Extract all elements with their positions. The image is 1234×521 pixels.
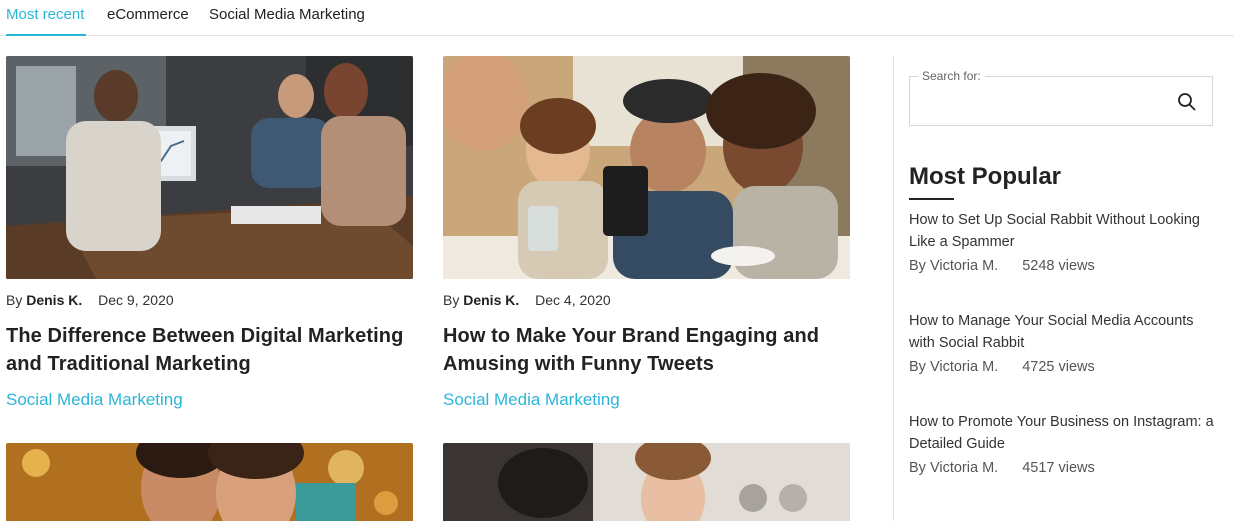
popular-post-item: How to Set Up Social Rabbit Without Look…	[909, 209, 1219, 274]
popular-post-views: 4725 views	[1022, 359, 1095, 375]
tab-ecommerce[interactable]: eCommerce	[107, 6, 189, 23]
search-label: Search for:	[918, 69, 985, 83]
post-title[interactable]: The Difference Between Digital Marketing…	[6, 322, 413, 378]
sidebar-divider	[893, 56, 894, 521]
active-tab-indicator	[6, 34, 86, 36]
search-icon[interactable]	[1176, 91, 1198, 113]
popular-post-item: How to Promote Your Business on Instagra…	[909, 411, 1219, 476]
post-category-link[interactable]: Social Media Marketing	[443, 390, 850, 410]
most-popular-heading: Most Popular	[909, 163, 1062, 190]
post-author[interactable]: Denis K.	[26, 292, 82, 308]
popular-post-meta: By Victoria M. 4517 views	[909, 460, 1219, 476]
popular-post-author: By Victoria M.	[909, 258, 999, 274]
popular-post-author: By Victoria M.	[909, 460, 999, 476]
popular-post-views: 4517 views	[1022, 460, 1095, 476]
tab-most-recent[interactable]: Most recent	[6, 6, 84, 23]
post-author[interactable]: Denis K.	[463, 292, 519, 308]
popular-post-title[interactable]: How to Set Up Social Rabbit Without Look…	[909, 209, 1219, 253]
by-prefix: By	[6, 292, 23, 308]
category-tabs: Most recent eCommerce Social Media Marke…	[0, 0, 1234, 36]
post-title[interactable]: How to Make Your Brand Engaging and Amus…	[443, 322, 850, 378]
post-date: Dec 9, 2020	[98, 292, 174, 308]
popular-post-title[interactable]: How to Promote Your Business on Instagra…	[909, 411, 1219, 455]
woman-vlogging-photo	[443, 443, 850, 521]
popular-post-title[interactable]: How to Manage Your Social Media Accounts…	[909, 310, 1219, 354]
tab-social-media-marketing[interactable]: Social Media Marketing	[209, 6, 365, 23]
popular-post-author: By Victoria M.	[909, 359, 999, 375]
post-thumbnail[interactable]	[443, 443, 850, 521]
popular-post-meta: By Victoria M. 5248 views	[909, 258, 1219, 274]
post-meta: By Denis K. Dec 9, 2020	[6, 292, 413, 310]
popular-post-item: How to Manage Your Social Media Accounts…	[909, 310, 1219, 375]
by-prefix: By	[443, 292, 460, 308]
heading-underline	[909, 198, 954, 200]
popular-post-views: 5248 views	[1022, 258, 1095, 274]
post-thumbnail[interactable]	[6, 56, 413, 279]
post-card: By Denis K. Dec 4, 2020 How to Make Your…	[443, 56, 850, 410]
friends-phone-photo	[443, 56, 850, 279]
search-input[interactable]	[920, 91, 1170, 113]
popular-post-meta: By Victoria M. 4725 views	[909, 359, 1219, 375]
team-meeting-photo	[6, 56, 413, 279]
post-card: By Denis K. Dec 9, 2020 The Difference B…	[6, 56, 413, 410]
post-meta: By Denis K. Dec 4, 2020	[443, 292, 850, 310]
post-category-link[interactable]: Social Media Marketing	[6, 390, 413, 410]
post-date: Dec 4, 2020	[535, 292, 611, 308]
search-field: Search for:	[909, 69, 1213, 126]
post-thumbnail[interactable]	[6, 443, 413, 521]
women-laughing-photo	[6, 443, 413, 521]
post-thumbnail[interactable]	[443, 56, 850, 279]
